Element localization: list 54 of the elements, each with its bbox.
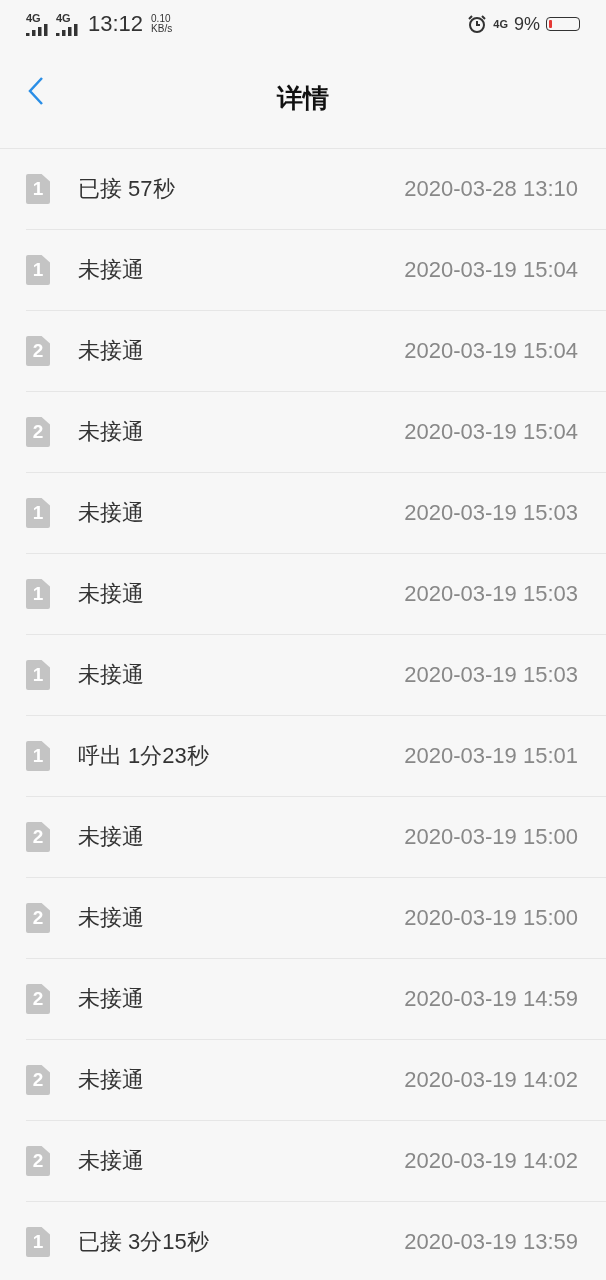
network-label: 4G xyxy=(493,18,508,30)
call-status: 呼出 1分23秒 xyxy=(78,742,210,770)
page-title: 详情 xyxy=(277,81,329,115)
sim-icon: 1 xyxy=(26,1227,50,1257)
call-status: 未接通 xyxy=(78,499,145,527)
clock: 13:12 xyxy=(88,11,144,37)
alarm-clock-icon xyxy=(467,14,488,34)
network-label: 4G xyxy=(26,12,41,24)
call-status: 未接通 xyxy=(78,580,145,608)
call-time: 2020-03-19 14:02 xyxy=(404,1067,578,1093)
call-time: 2020-03-19 15:03 xyxy=(404,662,578,688)
call-status: 未接通 xyxy=(78,904,145,932)
sim-icon: 2 xyxy=(26,822,50,852)
network-label: 4G xyxy=(56,12,71,24)
call-status: 未接通 xyxy=(78,418,145,446)
call-status: 未接通 xyxy=(78,823,145,851)
signal-icon xyxy=(26,23,50,36)
speed-unit: KB/s xyxy=(151,24,173,34)
call-status: 未接通 xyxy=(78,985,145,1013)
call-time: 2020-03-19 14:02 xyxy=(404,1148,578,1174)
sim-icon: 1 xyxy=(26,741,50,771)
call-time: 2020-03-19 15:04 xyxy=(404,419,578,445)
call-status: 未接通 xyxy=(78,1147,145,1175)
call-status: 未接通 xyxy=(78,661,145,689)
battery-icon xyxy=(546,17,580,31)
call-time: 2020-03-19 15:00 xyxy=(404,824,578,850)
sim-icon: 2 xyxy=(26,336,50,366)
battery-percent: 9% xyxy=(514,13,540,35)
call-time: 2020-03-19 15:03 xyxy=(404,500,578,526)
call-status: 已接 57秒 xyxy=(78,175,176,203)
call-time: 2020-03-19 15:04 xyxy=(404,338,578,364)
call-time: 2020-03-19 15:03 xyxy=(404,581,578,607)
sim-icon: 1 xyxy=(26,498,50,528)
sim-icon: 2 xyxy=(26,1146,50,1176)
call-time: 2020-03-19 15:04 xyxy=(404,257,578,283)
sim-icon: 1 xyxy=(26,174,50,204)
sim-icon: 1 xyxy=(26,255,50,285)
call-time: 2020-03-19 15:01 xyxy=(404,743,578,769)
call-status: 未接通 xyxy=(78,1066,145,1094)
call-status: 未接通 xyxy=(78,256,145,284)
sim-icon: 2 xyxy=(26,417,50,447)
call-time: 2020-03-19 15:00 xyxy=(404,905,578,931)
call-time: 2020-03-19 13:59 xyxy=(404,1229,578,1255)
sim-icon: 2 xyxy=(26,1065,50,1095)
signal-icon xyxy=(56,23,80,36)
call-time: 2020-03-19 14:59 xyxy=(404,986,578,1012)
call-status: 已接 3分15秒 xyxy=(78,1228,210,1256)
call-status: 未接通 xyxy=(78,337,145,365)
sim-icon: 2 xyxy=(26,984,50,1014)
sim-icon: 2 xyxy=(26,903,50,933)
call-time: 2020-03-28 13:10 xyxy=(404,176,578,202)
speed-value: 0.10 xyxy=(151,14,172,24)
sim-icon: 1 xyxy=(26,579,50,609)
sim-icon: 1 xyxy=(26,660,50,690)
